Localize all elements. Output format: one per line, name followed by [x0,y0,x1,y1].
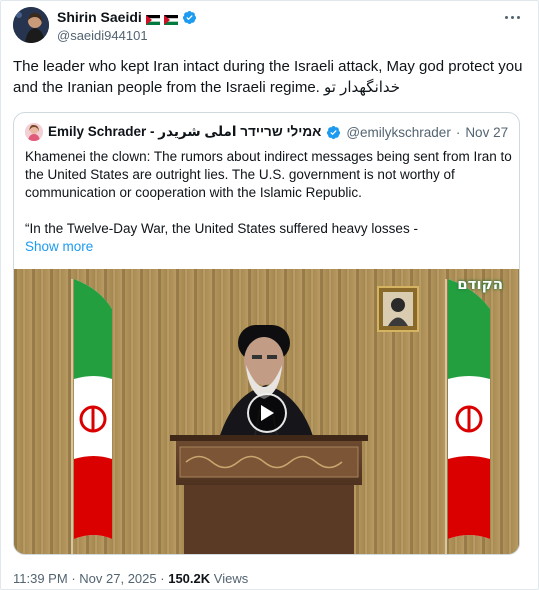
author-name[interactable]: Shirin Saeidi [57,9,142,25]
more-options-button[interactable] [500,9,524,25]
dot-icon [516,15,520,19]
quoted-tweet[interactable]: Emily Schrader - אמילי שריידר املی شریدر… [13,112,520,555]
video-player[interactable]: הקודם [14,269,519,554]
tweet-card: Shirin Saeidi @saeidi944101 The leader w… [0,0,539,590]
palestine-flag-icon [145,12,160,25]
meta-separator: · [160,571,165,586]
views-count[interactable]: 150.2K [168,571,210,586]
quote-paragraph: “In the Twelve-Day War, the United State… [25,221,418,236]
show-more-link[interactable]: Show more [25,238,515,256]
quote-author-avatar[interactable] [25,123,43,141]
dot-icon [510,15,514,19]
play-button[interactable] [247,393,287,433]
tweet-metadata: 11:39 PM · Nov 27, 2025 · 150.2K Views [13,571,248,586]
author-handle[interactable]: @saeidi944101 [57,28,197,43]
quote-paragraph: Khamenei the clown: The rumors about ind… [25,149,512,200]
author-avatar[interactable] [13,7,49,43]
palestine-flag-icon [163,12,178,25]
quote-text: Khamenei the clown: The rumors about ind… [25,148,515,256]
meta-separator: · [71,571,76,586]
author-block: Shirin Saeidi @saeidi944101 [57,8,197,43]
quote-date[interactable]: Nov 27 [465,125,508,140]
video-watermark: הקודם [457,275,503,293]
play-icon [261,405,274,421]
verified-badge-icon [326,125,341,140]
quote-author-name[interactable]: Emily Schrader - אמילי שריידר املی شریدر [48,124,321,140]
tweet-time[interactable]: 11:39 PM [13,571,68,586]
quote-separator: · [455,124,461,140]
tweet-text: The leader who kept Iran intact during t… [13,58,523,96]
dot-icon [504,15,508,19]
tweet-date[interactable]: Nov 27, 2025 [79,571,156,586]
quote-header: Emily Schrader - אמילי שריידר املی شریدر… [25,123,508,141]
quote-author-handle[interactable]: @emilykschrader [346,125,450,140]
verified-badge-icon [182,10,197,25]
views-label: Views [213,571,249,586]
